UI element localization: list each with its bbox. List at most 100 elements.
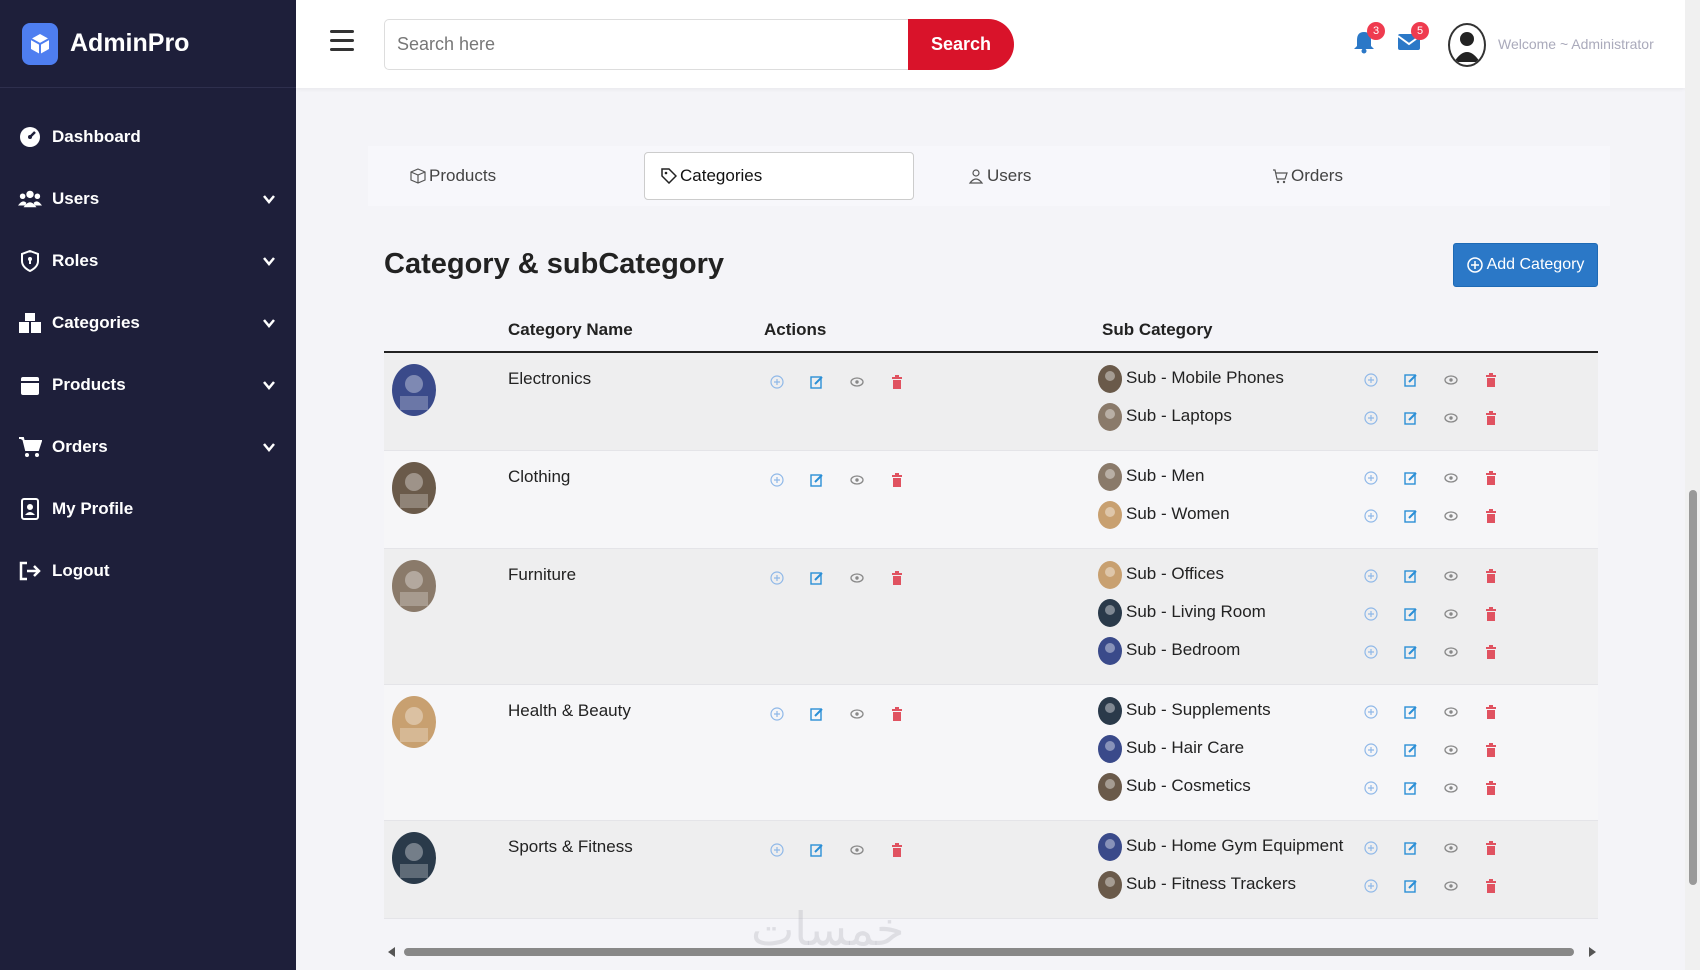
delete-button[interactable] [890,843,904,857]
eye-icon [850,709,864,719]
edit-button[interactable] [1404,705,1418,719]
add-subcategory-button[interactable] [1364,781,1378,795]
sidebar-item-label: Orders [52,437,108,456]
view-button[interactable] [850,473,864,487]
view-button[interactable] [1444,373,1458,387]
sidebar-item-products[interactable]: Products [0,358,296,412]
delete-button[interactable] [1484,645,1498,659]
add-subcategory-button[interactable] [1364,373,1378,387]
scroll-left-arrow-icon[interactable] [388,947,395,957]
vertical-scrollbar[interactable] [1685,0,1700,970]
view-button[interactable] [1444,705,1458,719]
delete-button[interactable] [890,707,904,721]
delete-button[interactable] [1484,705,1498,719]
delete-button[interactable] [890,571,904,585]
delete-button[interactable] [1484,509,1498,523]
delete-button[interactable] [890,375,904,389]
sidebar-item-categories[interactable]: Categories [0,296,296,350]
view-button[interactable] [1444,841,1458,855]
view-button[interactable] [1444,645,1458,659]
search-button[interactable]: Search [908,19,1014,70]
add-subcategory-button[interactable] [1364,645,1378,659]
column-header-sub-category: Sub Category [1102,320,1213,339]
delete-button[interactable] [890,473,904,487]
eye-icon [1444,707,1458,717]
edit-button[interactable] [1404,841,1418,855]
edit-button[interactable] [1404,471,1418,485]
edit-button[interactable] [810,707,824,721]
delete-button[interactable] [1484,841,1498,855]
sidebar-item-roles[interactable]: Roles [0,234,296,288]
sidebar-item-orders[interactable]: Orders [0,420,296,474]
view-button[interactable] [850,375,864,389]
add-subcategory-button[interactable] [770,571,784,585]
delete-button[interactable] [1484,879,1498,893]
add-subcategory-button[interactable] [1364,569,1378,583]
edit-button[interactable] [810,843,824,857]
delete-button[interactable] [1484,569,1498,583]
sidebar-item-logout[interactable]: Logout [0,544,296,598]
view-button[interactable] [850,843,864,857]
view-button[interactable] [1444,781,1458,795]
add-subcategory-button[interactable] [1364,743,1378,757]
view-button[interactable] [1444,509,1458,523]
edit-button[interactable] [1404,411,1418,425]
tab-categories[interactable]: Categories [644,152,914,200]
edit-button[interactable] [1404,645,1418,659]
edit-button[interactable] [1404,879,1418,893]
subcategory-name: Sub - Supplements [1126,700,1271,719]
edit-button[interactable] [1404,607,1418,621]
edit-button[interactable] [1404,373,1418,387]
edit-button[interactable] [1404,781,1418,795]
delete-button[interactable] [1484,743,1498,757]
hamburger-menu-icon[interactable] [330,30,354,54]
delete-button[interactable] [1484,411,1498,425]
vertical-scroll-thumb[interactable] [1689,490,1697,885]
edit-button[interactable] [810,375,824,389]
view-button[interactable] [850,707,864,721]
search-input[interactable] [384,19,908,70]
add-subcategory-button[interactable] [1364,509,1378,523]
tab-users[interactable]: Users [968,146,1031,206]
add-subcategory-button[interactable] [1364,607,1378,621]
add-subcategory-button[interactable] [1364,841,1378,855]
sidebar-item-dashboard[interactable]: Dashboard [0,110,296,164]
view-button[interactable] [850,571,864,585]
plus-circle-icon [1364,569,1378,583]
edit-button[interactable] [810,473,824,487]
add-subcategory-button[interactable] [770,707,784,721]
edit-button[interactable] [1404,743,1418,757]
add-category-button[interactable]: Add Category [1453,243,1598,287]
view-button[interactable] [1444,411,1458,425]
edit-button[interactable] [810,571,824,585]
horizontal-scrollbar[interactable] [384,945,1598,959]
sidebar-item-my-profile[interactable]: My Profile [0,482,296,536]
sidebar-item-users[interactable]: Users [0,172,296,226]
messages-button[interactable]: 5 [1397,22,1429,54]
avatar[interactable] [1448,23,1486,67]
view-button[interactable] [1444,743,1458,757]
horizontal-scroll-thumb[interactable] [404,948,1574,956]
delete-button[interactable] [1484,373,1498,387]
add-subcategory-button[interactable] [1364,705,1378,719]
add-subcategory-button[interactable] [770,843,784,857]
notifications-button[interactable]: 3 [1353,22,1385,54]
view-button[interactable] [1444,569,1458,583]
add-subcategory-button[interactable] [1364,411,1378,425]
delete-button[interactable] [1484,471,1498,485]
delete-button[interactable] [1484,607,1498,621]
tab-orders[interactable]: Orders [1272,146,1343,206]
delete-button[interactable] [1484,781,1498,795]
add-subcategory-button[interactable] [1364,879,1378,893]
add-subcategory-button[interactable] [1364,471,1378,485]
tab-products[interactable]: Products [410,146,496,206]
edit-button[interactable] [1404,509,1418,523]
scroll-right-arrow-icon[interactable] [1589,947,1596,957]
brand[interactable]: AdminPro [0,0,296,88]
view-button[interactable] [1444,471,1458,485]
view-button[interactable] [1444,607,1458,621]
edit-button[interactable] [1404,569,1418,583]
view-button[interactable] [1444,879,1458,893]
add-subcategory-button[interactable] [770,375,784,389]
add-subcategory-button[interactable] [770,473,784,487]
